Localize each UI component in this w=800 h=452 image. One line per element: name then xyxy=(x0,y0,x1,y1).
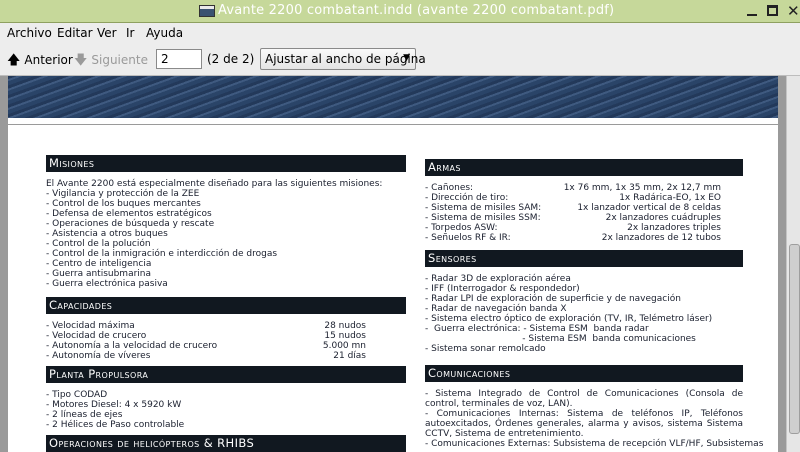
list-item: - 2 Hélices de Paso controlable xyxy=(46,420,185,430)
list-item: - Control de los buques mercantes xyxy=(46,199,201,209)
comunicaciones-heading: Comunicaciones xyxy=(425,365,743,382)
table-row: - Dirección de tiro: 1x Radárica-EO, 1x E… xyxy=(425,193,721,203)
capacidades-heading: Capacidades xyxy=(46,297,406,314)
title-bar: Avante 2200 combatant.indd (avante 2200 … xyxy=(0,0,800,23)
list-item: - Tipo CODAD xyxy=(46,390,108,400)
armas-heading: Armas xyxy=(425,159,743,176)
next-page-button[interactable]: 🡇 Siguiente xyxy=(74,51,148,73)
close-icon[interactable]: ✕ xyxy=(787,4,800,19)
table-row: - Sistema de misiles SSM: 2x lanzadores c… xyxy=(425,213,721,223)
list-item: - Sistema sonar remolcado xyxy=(425,344,546,354)
minimize-icon[interactable] xyxy=(745,4,759,18)
list-item: - Comunicaciones Externas: Subsistema de… xyxy=(425,439,764,449)
menu-bar: Archivo Editar Ver Ir Ayuda xyxy=(0,23,800,43)
scrollbar-thumb[interactable] xyxy=(789,244,800,434)
capacidades-table: - Velocidad máxima 28 nudos - Velocidad d… xyxy=(46,321,366,361)
list-item: - Control de la polución xyxy=(46,239,151,249)
vertical-scrollbar[interactable] xyxy=(786,76,800,452)
list-item: - Radar de navegación banda X xyxy=(425,304,567,314)
misiones-intro: El Avante 2200 está especialmente diseña… xyxy=(46,179,383,189)
table-row: - Torpedos ASW: 2x lanzadores triples xyxy=(425,223,721,233)
list-item: - Guerra electrónica pasiva xyxy=(46,279,168,289)
zoom-select[interactable]: Ajustar al ancho de página ▼ xyxy=(260,48,426,70)
document-viewer-icon xyxy=(199,5,215,17)
list-item: - Control de la inmigración e interdicci… xyxy=(46,249,278,259)
list-item: - Sistema Integrado de Control de Comuni… xyxy=(425,389,743,409)
menu-ayuda[interactable]: Ayuda xyxy=(146,26,183,40)
list-item: - Guerra antisubmarina xyxy=(46,269,151,279)
table-row: - Sistema de misiles SAM: 1x lanzador ver… xyxy=(425,203,721,213)
list-item: - Sistema electro óptico de exploración … xyxy=(425,314,713,324)
list-item: - Sistema ESM banda comunicaciones xyxy=(425,334,696,344)
left-column: Misiones El Avante 2200 está especialmen… xyxy=(46,155,406,452)
operaciones-heading: Operaciones de helicópteros & RHIBS xyxy=(46,435,406,452)
table-row: - Velocidad de crucero 15 nudos xyxy=(46,331,366,341)
list-item: - 2 líneas de ejes xyxy=(46,410,123,420)
list-item: - Motores Diesel: 4 x 5920 kW xyxy=(46,400,182,410)
page-count: (2 de 2) xyxy=(207,52,255,66)
arrow-up-icon: 🡅 xyxy=(7,53,21,68)
page-1-sea-image xyxy=(8,76,778,124)
table-row: - Velocidad máxima 28 nudos xyxy=(46,321,366,331)
page-2: Misiones El Avante 2200 está especialmen… xyxy=(8,125,778,452)
misiones-heading: Misiones xyxy=(46,155,406,172)
list-item: - Radar 3D de exploración aérea xyxy=(425,274,571,284)
table-row: - Autonomía de víveres 21 días xyxy=(46,351,366,361)
menu-archivo[interactable]: Archivo xyxy=(7,26,52,40)
chevron-down-icon: ▼ xyxy=(403,53,410,63)
armas-table: - Cañones: 1x 76 mm, 1x 35 mm, 2x 12,7 mm… xyxy=(425,183,721,243)
toolbar: 🡅Anterior 🡇Siguiente (2 de 2) Ajustar al… xyxy=(0,43,800,76)
list-item: - Radar LPI de exploración de superficie… xyxy=(425,294,681,304)
planta-heading: Planta Propulsora xyxy=(46,366,406,383)
next-label: Siguiente xyxy=(91,53,148,67)
arrow-down-icon: 🡇 xyxy=(74,53,88,68)
right-column: Armas - Cañones: 1x 76 mm, 1x 35 mm, 2x 1… xyxy=(425,159,764,449)
menu-ir[interactable]: Ir xyxy=(126,26,134,40)
list-item: - Vigilancia y protección de la ZEE xyxy=(46,189,200,199)
maximize-icon[interactable] xyxy=(766,4,780,18)
list-item: - Operaciones de búsqueda y rescate xyxy=(46,219,215,229)
table-row: - Autonomía a la velocidad de crucero 5.0… xyxy=(46,341,366,351)
table-row: - Cañones: 1x 76 mm, 1x 35 mm, 2x 12,7 mm xyxy=(425,183,721,193)
list-item: - Guerra electrónica: - Sistema ESM band… xyxy=(425,324,649,334)
previous-label: Anterior xyxy=(24,53,73,67)
menu-editar[interactable]: Editar xyxy=(57,26,93,40)
menu-ver[interactable]: Ver xyxy=(97,26,117,40)
previous-page-button[interactable]: 🡅 Anterior xyxy=(7,51,73,73)
table-row: - Señuelos RF & IR: 2x lanzadores de 12 t… xyxy=(425,233,721,243)
sensores-heading: Sensores xyxy=(425,250,743,267)
page-number-input[interactable] xyxy=(156,49,202,69)
list-item: - IFF (Interrogador & respondedor) xyxy=(425,284,580,294)
list-item: - Defensa de elementos estratégicos xyxy=(46,209,212,219)
document-view[interactable]: Misiones El Avante 2200 está especialmen… xyxy=(0,76,786,452)
window-title: Avante 2200 combatant.indd (avante 2200 … xyxy=(218,3,615,18)
list-item: - Comunicaciones Internas: Sistema de te… xyxy=(425,409,743,439)
list-item: - Asistencia a otros buques xyxy=(46,229,168,239)
zoom-value: Ajustar al ancho de página xyxy=(265,52,426,66)
list-item: - Centro de inteligencia xyxy=(46,259,152,269)
